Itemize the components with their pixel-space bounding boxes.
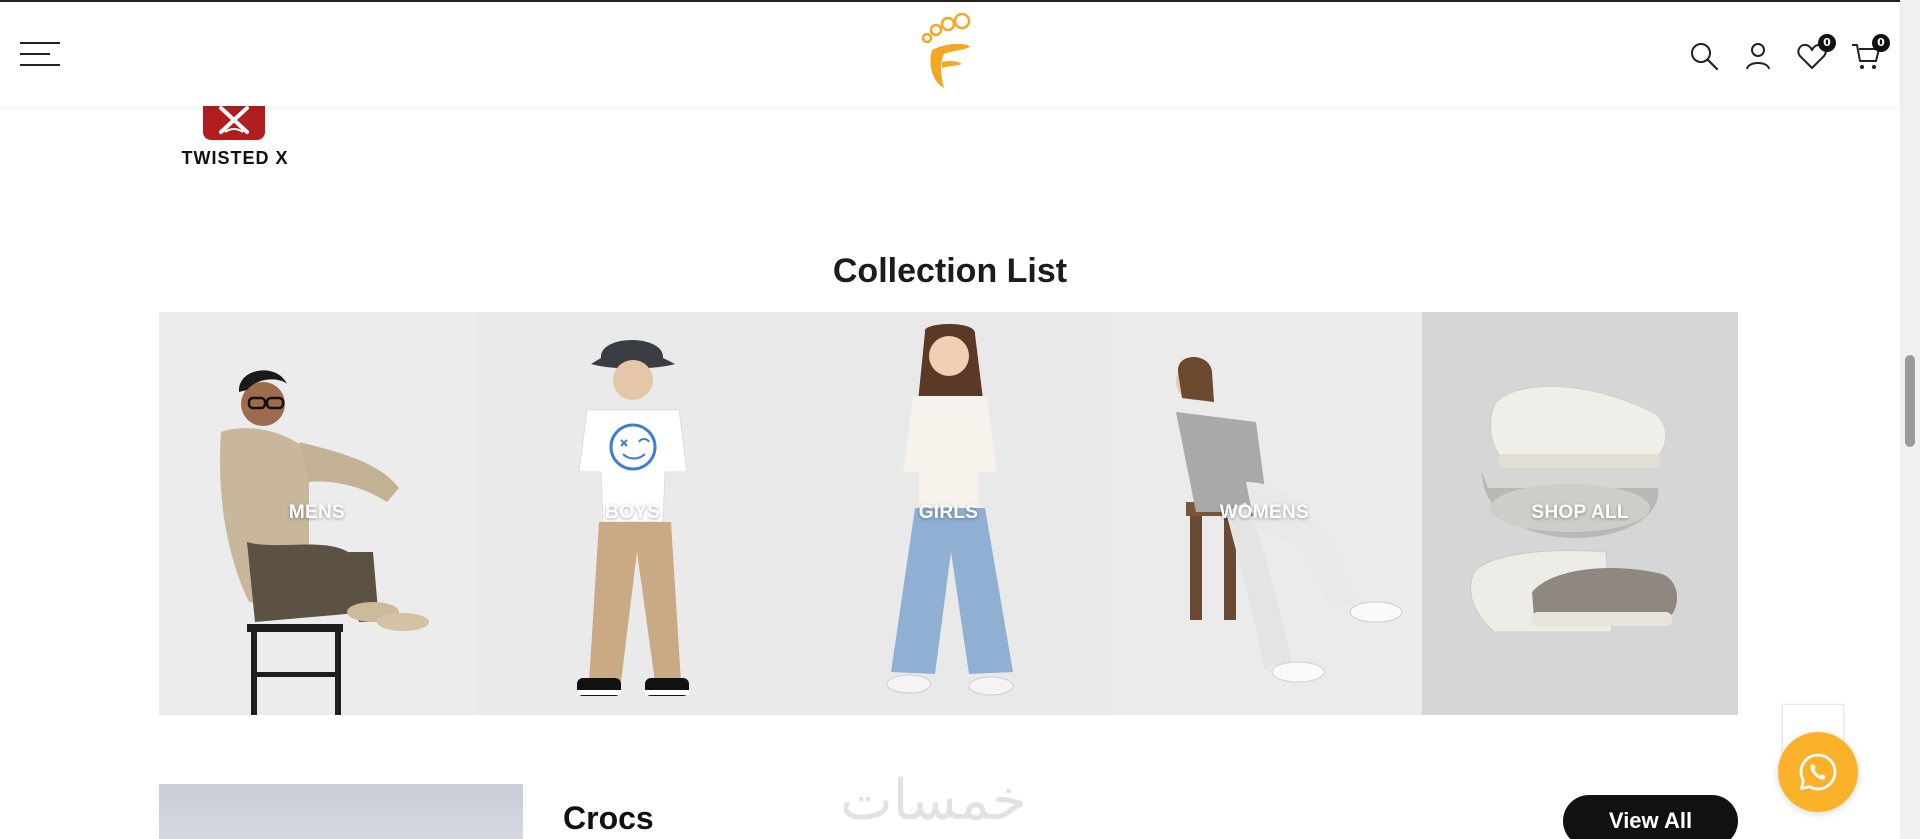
crocs-section-title: Crocs xyxy=(563,800,654,836)
collection-tile-womens[interactable]: WOMENS xyxy=(1106,312,1423,715)
menu-icon[interactable] xyxy=(20,42,60,68)
collection-grid: MENS BOYS GIRLS WOMENS SHOP ALL xyxy=(159,312,1738,715)
tile-label: SHOP ALL xyxy=(1531,502,1629,523)
wishlist-icon[interactable]: 0 xyxy=(1796,34,1836,72)
page: 0 0 TWISTED X Collection List MENS BOYS … xyxy=(0,0,1920,839)
view-all-button[interactable]: View All xyxy=(1563,795,1738,839)
tile-label: MENS xyxy=(288,502,345,523)
scrollbar-thumb[interactable] xyxy=(1905,355,1915,447)
header-actions: 0 0 xyxy=(1688,34,1890,74)
whatsapp-button[interactable] xyxy=(1778,732,1858,812)
cart-icon[interactable]: 0 xyxy=(1850,34,1890,72)
collection-tile-mens[interactable]: MENS xyxy=(159,312,475,715)
wishlist-count-badge: 0 xyxy=(1818,34,1836,52)
site-logo[interactable] xyxy=(918,12,978,94)
collection-tile-girls[interactable]: GIRLS xyxy=(790,312,1107,715)
crocs-section-image[interactable] xyxy=(159,784,523,839)
watermark: خمسات xyxy=(840,768,1027,833)
search-icon[interactable] xyxy=(1688,40,1720,72)
brand-logo-twisted-x[interactable]: TWISTED X xyxy=(172,96,298,172)
tile-label: BOYS xyxy=(605,502,661,523)
collection-list-title: Collection List xyxy=(832,252,1068,290)
collection-tile-boys[interactable]: BOYS xyxy=(474,312,791,715)
site-header: 0 0 xyxy=(0,0,1900,106)
cart-count-badge: 0 xyxy=(1872,34,1890,52)
tile-label: WOMENS xyxy=(1219,502,1309,523)
brand-name: TWISTED X xyxy=(181,148,289,168)
tile-label: GIRLS xyxy=(918,502,979,523)
vertical-scrollbar[interactable] xyxy=(1900,0,1920,839)
account-icon[interactable] xyxy=(1742,40,1774,72)
collection-tile-shop-all[interactable]: SHOP ALL xyxy=(1422,312,1738,715)
whatsapp-icon xyxy=(1799,753,1837,791)
